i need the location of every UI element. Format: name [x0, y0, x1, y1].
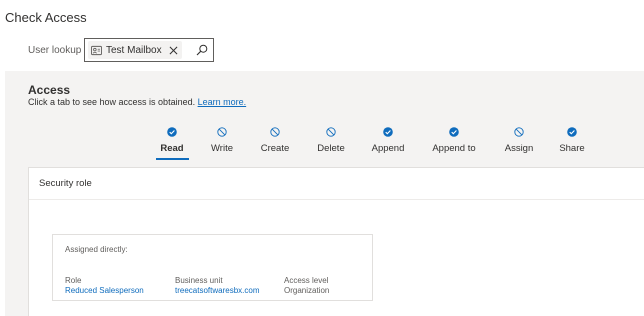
active-tab-indicator	[156, 158, 189, 160]
user-lookup-row: User lookup Test Mailbox	[28, 38, 214, 62]
role-column: Role Reduced Salesperson	[65, 276, 144, 295]
tab-create[interactable]: Create	[247, 127, 303, 154]
learn-more-link[interactable]: Learn more.	[198, 97, 247, 107]
assigned-directly-box: Assigned directly: Role Reduced Salesper…	[52, 234, 373, 301]
tab-label: Append to	[432, 143, 476, 154]
selected-user-tag[interactable]: Test Mailbox	[88, 41, 182, 59]
blocked-circle-icon	[326, 127, 336, 137]
tab-assign[interactable]: Assign	[491, 127, 547, 154]
access-level-value: Organization	[284, 286, 330, 295]
tab-label: Append	[371, 143, 405, 154]
check-circle-icon	[449, 127, 459, 137]
assigned-directly-title: Assigned directly:	[65, 245, 128, 254]
close-icon[interactable]	[169, 46, 178, 55]
tab-delete[interactable]: Delete	[303, 127, 359, 154]
check-circle-icon	[167, 127, 177, 137]
business-unit-column: Business unit treecatsoftwaresbx.com	[175, 276, 259, 295]
user-record-icon	[91, 45, 102, 55]
check-circle-icon	[383, 127, 393, 137]
tab-append-to[interactable]: Append to	[426, 127, 482, 154]
tab-read[interactable]: Read	[144, 127, 200, 154]
blocked-circle-icon	[270, 127, 280, 137]
user-lookup-label: User lookup	[28, 44, 82, 56]
tab-label: Share	[559, 143, 585, 154]
access-subtitle-text: Click a tab to see how access is obtaine…	[28, 97, 196, 107]
tab-append[interactable]: Append	[360, 127, 416, 154]
tab-label: Assign	[504, 143, 534, 154]
business-unit-link[interactable]: treecatsoftwaresbx.com	[175, 286, 259, 295]
role-link[interactable]: Reduced Salesperson	[65, 286, 144, 295]
page-title: Check Access	[5, 10, 87, 25]
business-unit-column-header: Business unit	[175, 276, 223, 285]
role-column-header: Role	[65, 276, 82, 285]
check-circle-icon	[567, 127, 577, 137]
access-subtitle: Click a tab to see how access is obtaine…	[28, 97, 246, 107]
blocked-circle-icon	[217, 127, 227, 137]
access-panel: Access Click a tab to see how access is …	[5, 71, 644, 316]
tab-label: Read	[160, 143, 184, 154]
selected-user-name: Test Mailbox	[106, 44, 162, 56]
access-title: Access	[28, 83, 71, 97]
security-role-header: Security role	[29, 168, 644, 200]
access-level-column-header: Access level	[284, 276, 329, 285]
search-icon[interactable]	[196, 44, 208, 56]
blocked-circle-icon	[514, 127, 524, 137]
tab-share[interactable]: Share	[544, 127, 600, 154]
tab-label: Write	[211, 143, 233, 154]
tab-write[interactable]: Write	[194, 127, 250, 154]
security-role-card: Security role Assigned directly: Role Re…	[28, 167, 644, 316]
user-lookup-field[interactable]: Test Mailbox	[84, 38, 214, 62]
access-level-column: Access level Organization	[284, 276, 329, 295]
tab-label: Delete	[317, 143, 345, 154]
security-role-title: Security role	[39, 178, 92, 189]
tab-label: Create	[260, 143, 290, 154]
